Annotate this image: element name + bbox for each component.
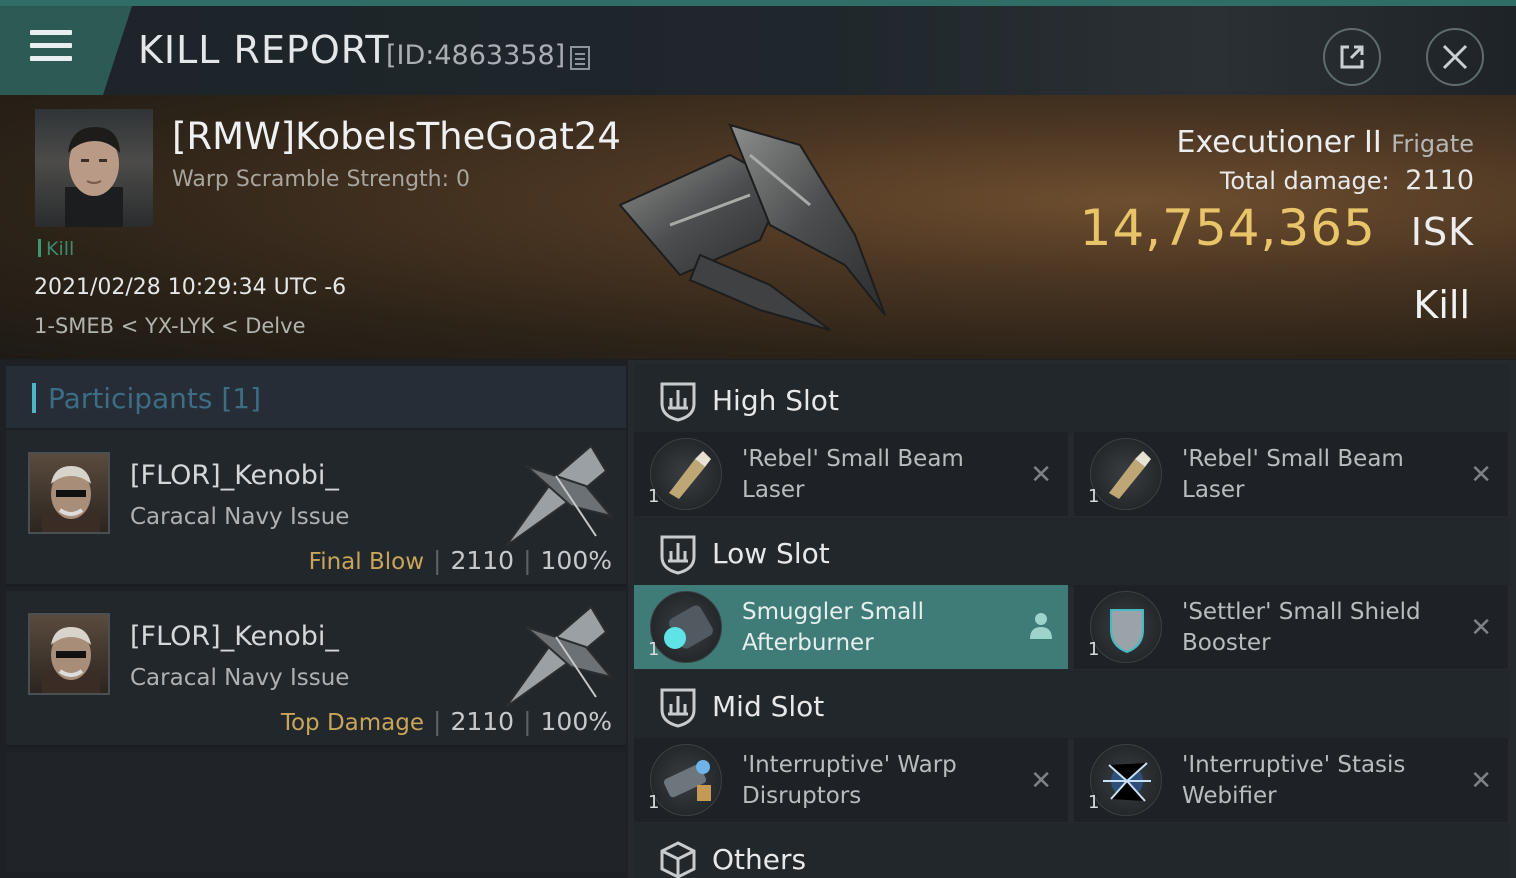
module-name: 'Rebel' Small Beam Laser [742, 446, 964, 503]
victim-panel: [RMW]KobeIsTheGoat24 Warp Scramble Stren… [0, 95, 1516, 359]
mid-slot-header: Mid Slot [634, 670, 1510, 740]
destroyed-icon: ✕ [1470, 613, 1492, 643]
module-name: Smuggler Small Afterburner [742, 599, 924, 656]
module-name: 'Interruptive' Stasis Webifier [1182, 752, 1406, 809]
victim-avatar[interactable] [35, 109, 153, 227]
module-item[interactable]: 1 'Settler' Small Shield Booster ✕ [1074, 585, 1508, 669]
destroyed-icon: ✕ [1470, 766, 1492, 796]
module-item[interactable]: 1 'Interruptive' Warp Disruptors ✕ [634, 738, 1068, 822]
mid-slot-label: Mid Slot [712, 690, 825, 723]
participant-damage: 2110 [450, 546, 515, 575]
shield-slot-icon [660, 688, 696, 728]
participant-avatar[interactable] [28, 452, 110, 534]
participants-header[interactable]: Participants [1] [6, 366, 626, 428]
participant-stats: Top Damage | 2110 | 100% [280, 707, 612, 736]
kill-datetime: 2021/02/28 10:29:34 UTC -6 [34, 275, 347, 300]
participant-ship[interactable]: Caracal Navy Issue [130, 504, 349, 530]
participants-panel: Participants [1] [FLOR]_Kenobi_ Caracal … [0, 360, 628, 878]
destroyed-icon: ✕ [1030, 460, 1052, 490]
destroyed-icon: ✕ [1470, 460, 1492, 490]
laser-icon [1090, 438, 1162, 510]
module-qty: 1 [1088, 792, 1100, 813]
participants-title: Participants [1] [32, 382, 261, 415]
warp-scramble-strength: Warp Scramble Strength: 0 [172, 167, 471, 192]
stasis-webifier-icon [1090, 744, 1162, 816]
low-slot-label: Low Slot [712, 537, 830, 570]
victim-ship-class: Frigate [1391, 130, 1474, 158]
high-slot-header: High Slot [634, 364, 1510, 434]
shield-slot-icon [660, 535, 696, 575]
shield-slot-icon [660, 382, 696, 422]
others-label: Others [712, 843, 807, 876]
participant-avatar[interactable] [28, 613, 110, 695]
victim-ship-image[interactable] [610, 115, 900, 345]
victim-ship-name: Executioner II [1176, 125, 1382, 160]
kill-tag: Kill [38, 238, 74, 260]
isk-value: 14,754,365 ISK [1080, 199, 1474, 257]
module-item[interactable]: 1 Smuggler Small Afterburner [634, 585, 1068, 669]
copy-icon[interactable] [570, 46, 590, 70]
isk-unit: ISK [1410, 210, 1474, 254]
close-icon [1442, 44, 1468, 70]
module-qty: 1 [648, 639, 660, 660]
laser-icon [650, 438, 722, 510]
menu-button[interactable] [0, 6, 132, 95]
victim-ship[interactable]: Executioner II Frigate [1176, 125, 1474, 160]
module-qty: 1 [1088, 639, 1100, 660]
module-qty: 1 [1088, 486, 1100, 507]
participant-role: Top Damage [280, 710, 425, 736]
isk-amount: 14,754,365 [1079, 199, 1376, 257]
module-qty: 1 [648, 486, 660, 507]
participant-percent: 100% [540, 707, 612, 736]
participant-percent: 100% [540, 546, 612, 575]
module-name: 'Interruptive' Warp Disruptors [742, 752, 957, 809]
person-icon [1030, 613, 1052, 639]
participant-stats: Final Blow | 2110 | 100% [308, 546, 612, 575]
title-bar: KILL REPORT [ID:4863358] [0, 0, 1516, 95]
participant-row[interactable]: [FLOR]_Kenobi_ Caracal Navy Issue Top Da… [6, 591, 626, 747]
menu-icon [30, 30, 72, 64]
participant-row[interactable]: [FLOR]_Kenobi_ Caracal Navy Issue Final … [6, 430, 626, 586]
participant-ship[interactable]: Caracal Navy Issue [130, 665, 349, 691]
warp-disruptor-icon [650, 744, 722, 816]
module-item[interactable]: 1 'Rebel' Small Beam Laser ✕ [634, 432, 1068, 516]
box-icon [660, 841, 696, 878]
module-name: 'Settler' Small Shield Booster [1182, 599, 1421, 656]
participant-damage: 2110 [450, 707, 515, 736]
others-header: Others [634, 823, 1510, 878]
share-button[interactable] [1323, 28, 1381, 86]
module-name: 'Rebel' Small Beam Laser [1182, 446, 1404, 503]
participant-role: Final Blow [308, 549, 425, 575]
high-slot-label: High Slot [712, 384, 839, 417]
report-id: [ID:4863358] [386, 40, 566, 71]
share-icon [1340, 45, 1364, 69]
kill-location[interactable]: 1-SMEB < YX-LYK < Delve [34, 314, 305, 338]
afterburner-icon [650, 591, 722, 663]
total-damage-label: Total damage: [1219, 167, 1390, 195]
total-damage-value: 2110 [1405, 165, 1474, 196]
fitting-panel: High Slot 1 'Rebel' Small Beam Laser ✕ 1… [628, 360, 1516, 878]
victim-name[interactable]: [RMW]KobeIsTheGoat24 [172, 115, 621, 158]
participant-ship-image[interactable] [496, 597, 616, 707]
close-button[interactable] [1426, 28, 1484, 86]
participant-ship-image[interactable] [496, 436, 616, 546]
participant-name[interactable]: [FLOR]_Kenobi_ [130, 460, 339, 491]
result-label: Kill [1413, 283, 1470, 327]
destroyed-icon: ✕ [1030, 766, 1052, 796]
module-item[interactable]: 1 'Rebel' Small Beam Laser ✕ [1074, 432, 1508, 516]
shield-booster-icon [1090, 591, 1162, 663]
total-damage: Total damage: 2110 [1220, 165, 1474, 196]
low-slot-header: Low Slot [634, 517, 1510, 587]
window-title: KILL REPORT [138, 28, 390, 72]
module-item[interactable]: 1 'Interruptive' Stasis Webifier ✕ [1074, 738, 1508, 822]
participant-name[interactable]: [FLOR]_Kenobi_ [130, 621, 339, 652]
participants-empty-area [6, 752, 626, 872]
module-qty: 1 [648, 792, 660, 813]
